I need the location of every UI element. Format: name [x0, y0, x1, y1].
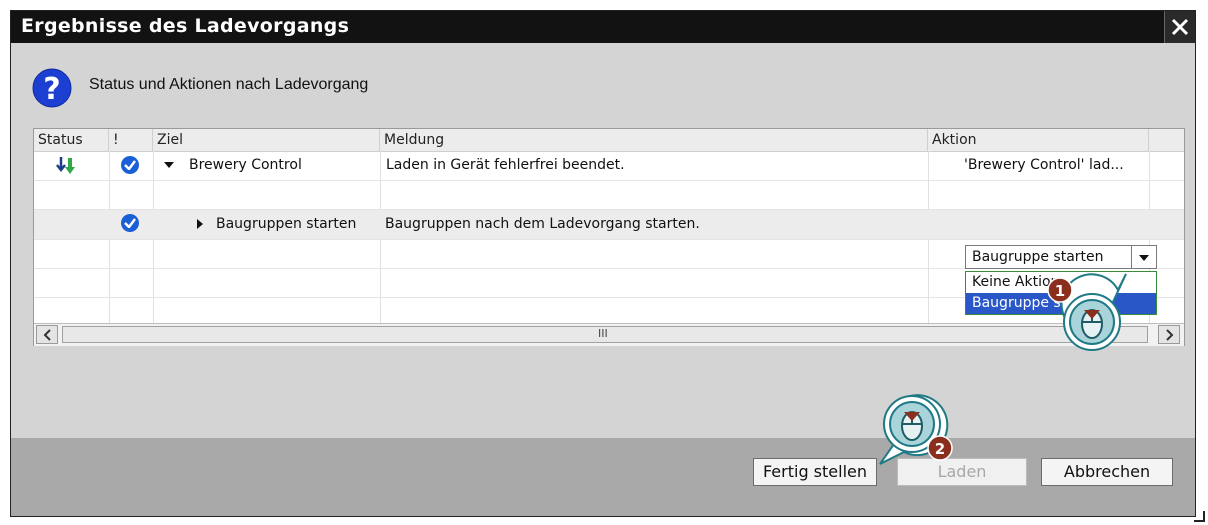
cancel-button[interactable]: Abbrechen — [1041, 458, 1173, 486]
dialog-footer: Fertig stellen Laden Abbrechen — [11, 438, 1195, 516]
column-header-flag[interactable]: ! — [109, 129, 153, 151]
collapsed-triangle-icon[interactable] — [197, 219, 205, 229]
title-bar[interactable]: Ergebnisse des Ladevorgangs — [11, 11, 1195, 43]
callout-number-1: 1 — [1055, 282, 1065, 300]
action-select-toggle[interactable] — [1131, 246, 1156, 268]
close-button[interactable] — [1164, 11, 1195, 43]
ziel-cell: Baugruppen starten — [216, 216, 357, 232]
column-header-status[interactable]: Status — [34, 129, 109, 151]
scroll-grip: III — [598, 327, 608, 340]
download-arrow-icon — [56, 157, 75, 174]
header-text: Status und Aktionen nach Ladevorgang — [89, 76, 369, 93]
chevron-down-icon — [1139, 255, 1149, 261]
question-icon: ? — [32, 68, 72, 108]
table-header: Status ! Ziel Meldung Aktion — [34, 129, 1184, 152]
svg-text:?: ? — [43, 72, 60, 107]
column-header-meldung[interactable]: Meldung — [380, 129, 928, 151]
table-row[interactable]: Brewery Control Laden in Gerät fehlerfre… — [34, 152, 1184, 181]
meldung-cell: Laden in Gerät fehlerfrei beendet. — [386, 157, 625, 173]
column-header-aktion[interactable]: Aktion — [928, 129, 1149, 151]
close-icon — [1171, 18, 1189, 36]
dialog-title: Ergebnisse des Ladevorgangs — [21, 15, 350, 37]
horizontal-scrollbar[interactable]: III — [34, 323, 1184, 346]
chevron-right-icon — [1166, 329, 1174, 341]
chevron-left-icon — [43, 329, 51, 341]
scroll-right-button[interactable] — [1158, 325, 1180, 344]
content-area: ? Status und Aktionen nach Ladevorgang S… — [11, 43, 1195, 438]
meldung-cell: Baugruppen nach dem Ladevorgang starten. — [385, 216, 700, 232]
scroll-thumb[interactable]: III — [62, 326, 1148, 343]
action-select[interactable]: Baugruppe starten — [965, 245, 1157, 269]
results-table: Status ! Ziel Meldung Aktion Brewery Con… — [33, 128, 1185, 346]
expand-triangle-icon[interactable] — [164, 162, 174, 170]
mouse-click-callout-1: 1 — [1047, 273, 1127, 351]
aktion-cell: 'Brewery Control' lad... — [964, 157, 1124, 173]
column-header-ziel[interactable]: Ziel — [153, 129, 380, 151]
action-select-value: Baugruppe starten — [972, 249, 1104, 265]
table-row — [34, 181, 1184, 210]
resize-grip-icon[interactable] — [1192, 509, 1206, 523]
table-row[interactable]: Baugruppen starten Baugruppen nach dem L… — [34, 210, 1184, 240]
ziel-cell: Brewery Control — [189, 157, 302, 173]
finish-button[interactable]: Fertig stellen — [753, 458, 877, 486]
scroll-left-button[interactable] — [36, 325, 58, 344]
results-dialog: Ergebnisse des Ladevorgangs ? Status und… — [10, 10, 1196, 517]
mouse-click-callout-2: 2 — [879, 394, 953, 465]
check-circle-icon — [121, 156, 139, 174]
callout-number-2: 2 — [935, 440, 945, 458]
check-circle-icon — [121, 214, 139, 232]
